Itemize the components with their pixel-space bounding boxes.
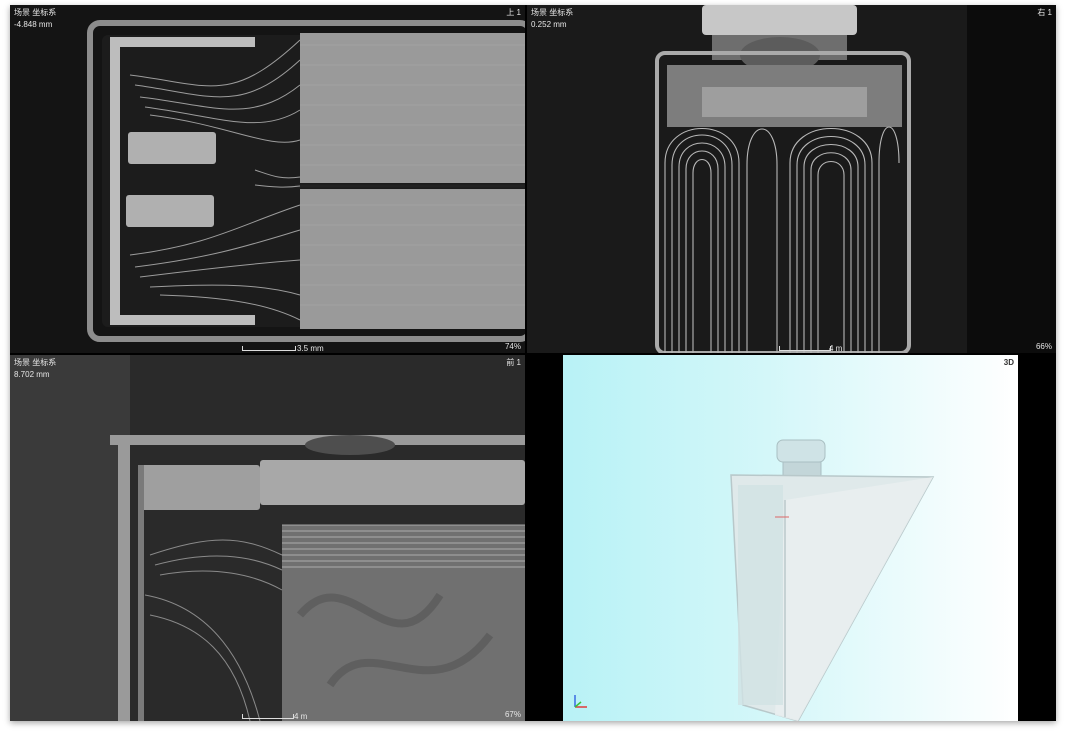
scale-label: 4 m bbox=[294, 712, 308, 721]
scale-label: 3.5 mm bbox=[297, 344, 324, 353]
ct-slice-top bbox=[10, 5, 525, 353]
scale-bar: 3.5 mm bbox=[242, 343, 342, 353]
viewport-front[interactable]: 场景 坐标系 8.702 mm 前 1 4 m 67% bbox=[10, 355, 525, 721]
3d-canvas[interactable] bbox=[563, 355, 1018, 721]
view-name[interactable]: 前 1 bbox=[506, 358, 521, 368]
view-name[interactable]: 右 1 bbox=[1037, 8, 1052, 18]
view-label: 场景 坐标系 bbox=[531, 8, 574, 17]
scale-bar: 4 m bbox=[242, 711, 322, 721]
axis-gizmo-icon bbox=[574, 695, 587, 708]
view-label: 场景 坐标系 bbox=[14, 358, 57, 367]
slice-depth: 0.252 mm bbox=[531, 20, 567, 29]
view-label: 场景 坐标系 bbox=[14, 8, 57, 17]
ct-slice-right bbox=[527, 5, 1056, 353]
viewer-frame: 场景 坐标系 -4.848 mm 上 1 3.5 mm 74% 场景 坐标系 0… bbox=[10, 5, 1056, 721]
battery-3d-model bbox=[730, 439, 935, 721]
view-name[interactable]: 上 1 bbox=[506, 8, 521, 18]
scale-bar: 4 m bbox=[779, 343, 859, 353]
viewport-3d[interactable]: 3D bbox=[527, 355, 1056, 721]
zoom-level[interactable]: 67% bbox=[505, 710, 521, 720]
viewport-right[interactable]: 场景 坐标系 0.252 mm 右 1 4 m 66% bbox=[527, 5, 1056, 353]
zoom-level[interactable]: 66% bbox=[1036, 342, 1052, 352]
ct-slice-front bbox=[10, 355, 525, 721]
slice-depth: 8.702 mm bbox=[14, 370, 50, 379]
view-name[interactable]: 3D bbox=[1004, 358, 1014, 368]
slice-depth: -4.848 mm bbox=[14, 20, 53, 29]
zoom-level[interactable]: 74% bbox=[505, 342, 521, 352]
scale-label: 4 m bbox=[829, 344, 843, 353]
viewport-top[interactable]: 场景 坐标系 -4.848 mm 上 1 3.5 mm 74% bbox=[10, 5, 525, 353]
